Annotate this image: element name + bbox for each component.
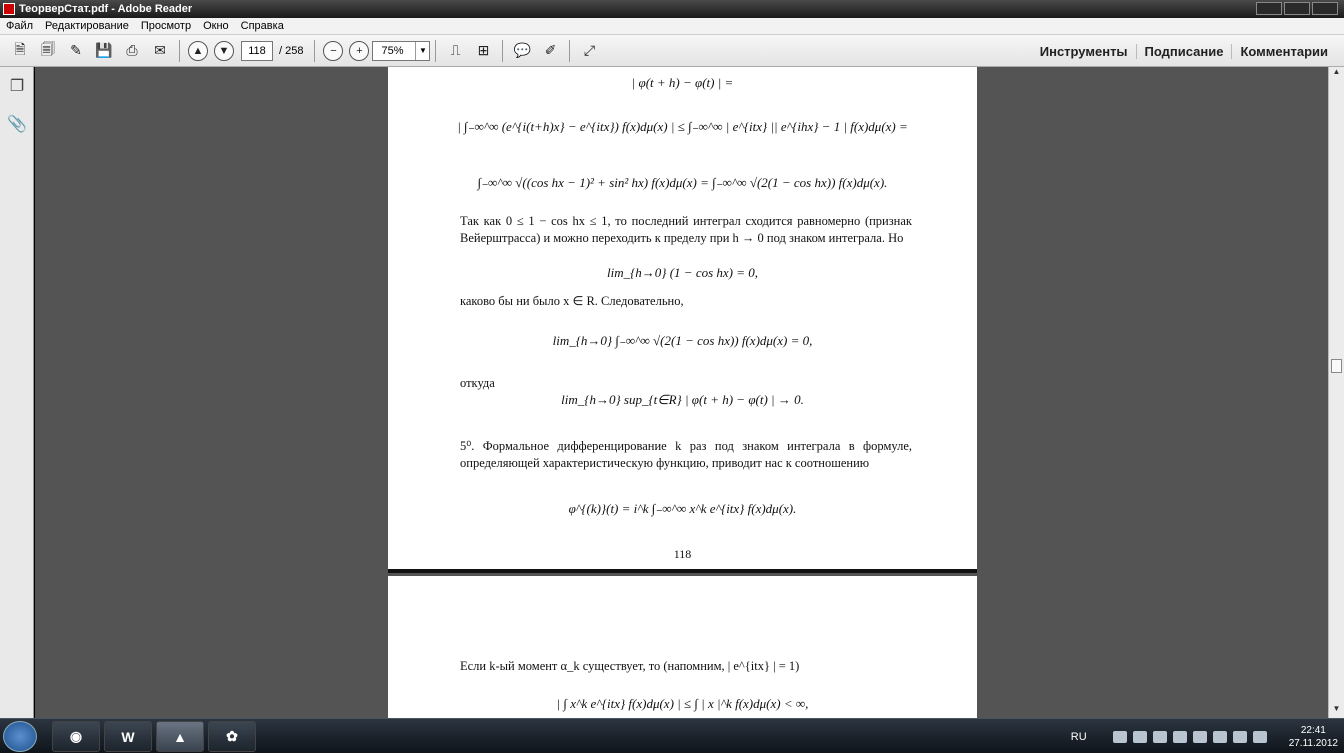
page-number: 118 (673, 547, 692, 561)
tray-icon[interactable] (1212, 730, 1227, 743)
fit-page-icon[interactable]: ⎍ (444, 40, 466, 62)
tray-icon[interactable] (1152, 730, 1167, 743)
prev-page-icon[interactable]: ▲ (188, 40, 208, 61)
paragraph: Если k-ый момент α_k существует, то (нап… (460, 659, 800, 673)
next-page-icon[interactable]: ▼ (214, 40, 234, 61)
scroll-thumb[interactable] (1331, 359, 1342, 373)
network-icon[interactable] (1232, 730, 1247, 743)
tools-button[interactable]: Инструменты (1032, 44, 1136, 59)
clock-time: 22:41 (1300, 724, 1326, 736)
equation: lim_{h→0} (1 − cos hx) = 0, (606, 265, 759, 280)
menu-window[interactable]: Окно (197, 20, 235, 32)
fit-width-icon[interactable]: ⊞ (472, 40, 494, 62)
print-icon[interactable]: ⎙ (121, 40, 143, 62)
comments-button[interactable]: Комментарии (1231, 43, 1336, 59)
chevron-down-icon[interactable]: ▼ (415, 41, 429, 60)
equation: lim_{h→0} sup_{t∈R} | φ(t + h) − φ(t) | … (561, 392, 804, 407)
tray-icon[interactable] (1192, 730, 1207, 743)
pdf-page: Если k-ый момент α_k существует, то (нап… (388, 576, 977, 718)
zoom-in-icon[interactable]: + (349, 40, 370, 61)
zoom-value: 75% (381, 44, 404, 57)
scroll-up-icon[interactable]: ▲ (1329, 67, 1344, 81)
tray-icon[interactable] (1172, 730, 1187, 743)
adobe-reader-taskbar-icon[interactable]: ▲ (156, 721, 204, 752)
volume-icon[interactable] (1252, 730, 1267, 743)
toolbar-right: Инструменты Подписание Комментарии (1032, 35, 1336, 67)
toolbar: 🗎 🗐 ✎ 💾 ⎙ ✉ ▲ ▼ 118 / 258 − + 75% ▼ ⎍ ⊞ … (0, 35, 1344, 67)
page-number-input[interactable]: 118 (241, 40, 273, 61)
separator (314, 39, 316, 62)
equation: lim_{h→0} ∫₋∞^∞ √(2(1 − cos hx)) f(x)dμ(… (552, 333, 813, 348)
clock[interactable]: 22:41 27.11.2012 (1289, 724, 1338, 750)
tray-icons (1112, 730, 1267, 743)
zoom-select[interactable]: 75% ▼ (372, 40, 431, 61)
email-icon[interactable]: ✉ (149, 40, 171, 62)
start-button[interactable] (3, 721, 37, 752)
separator (435, 39, 437, 62)
taskbar: ◉ W ▲ ✿ RU 22:41 27.11.2012 (0, 718, 1344, 753)
title-bar: ТеорверСтат.pdf - Adobe Reader (0, 0, 1344, 18)
equation: | φ(t + h) − φ(t) | = (631, 75, 734, 90)
tray-icon[interactable] (1112, 730, 1127, 743)
vertical-scrollbar[interactable]: ▲ ▼ (1328, 67, 1344, 718)
zoom-out-icon[interactable]: − (323, 40, 344, 61)
separator (502, 39, 504, 62)
equation: | ∫₋∞^∞ (e^{i(t+h)x} − e^{itx}) f(x)dμ(x… (457, 119, 908, 134)
pages-icon[interactable]: ❐ (6, 75, 28, 97)
sign-button[interactable]: Подписание (1135, 43, 1232, 59)
maximize-button[interactable] (1284, 2, 1310, 15)
menu-edit[interactable]: Редактирование (39, 20, 135, 32)
equation: | ∫ x^k e^{itx} f(x)dμ(x) | ≤ ∫ | x |^k … (556, 696, 809, 711)
language-indicator[interactable]: RU (1071, 731, 1087, 743)
separator (569, 39, 571, 62)
attachment-icon[interactable]: 📎 (6, 113, 28, 135)
paragraph: откуда (460, 376, 495, 390)
chrome-icon[interactable]: ◉ (52, 721, 100, 752)
navigation-panel: ❐ 📎 (0, 67, 34, 718)
edit-icon[interactable]: ✎ (65, 40, 87, 62)
equation: ∫₋∞^∞ √((cos hx − 1)² + sin² hx) f(x)dμ(… (477, 175, 888, 190)
document-area[interactable]: | φ(t + h) − φ(t) | = | ∫₋∞^∞ (e^{i(t+h)… (35, 67, 1328, 718)
window-title: ТеорверСтат.pdf - Adobe Reader (19, 3, 193, 15)
save-icon[interactable]: 💾 (93, 40, 115, 62)
separator (179, 39, 180, 62)
create-pdf-icon[interactable]: 🗎 (9, 40, 31, 62)
paragraph: Так как 0 ≤ 1 − cos hx ≤ 1, то последний… (460, 214, 912, 245)
system-tray: RU 22:41 27.11.2012 (1071, 719, 1338, 753)
highlight-icon[interactable]: ✐ (539, 40, 561, 62)
page-total: / 258 (279, 44, 304, 57)
paragraph: каково бы ни было x ∈ R. Следовательно, (460, 294, 684, 308)
comment-icon[interactable]: 💬 (511, 40, 533, 62)
menu-bar: Файл Редактирование Просмотр Окно Справк… (0, 18, 1344, 35)
fullscreen-icon[interactable]: ⤢ (578, 40, 600, 62)
tray-icon[interactable] (1132, 730, 1147, 743)
close-button[interactable] (1312, 2, 1338, 15)
pdf-page: | φ(t + h) − φ(t) | = | ∫₋∞^∞ (e^{i(t+h)… (388, 67, 977, 569)
menu-view[interactable]: Просмотр (135, 20, 197, 32)
clock-date: 27.11.2012 (1288, 737, 1338, 749)
menu-help[interactable]: Справка (235, 20, 290, 32)
word-icon[interactable]: W (104, 721, 152, 752)
paragraph: 5⁰. Формальное дифференцирование k раз п… (460, 439, 912, 470)
equation: φ^{(k)}(t) = i^k ∫₋∞^∞ x^k e^{itx} f(x)d… (568, 501, 797, 516)
minimize-button[interactable] (1256, 2, 1282, 15)
adobe-reader-icon (3, 3, 15, 15)
combine-icon[interactable]: 🗐 (37, 40, 59, 62)
scroll-down-icon[interactable]: ▼ (1329, 704, 1344, 718)
menu-file[interactable]: Файл (0, 20, 39, 32)
paint-icon[interactable]: ✿ (208, 721, 256, 752)
window-controls (1256, 2, 1338, 15)
